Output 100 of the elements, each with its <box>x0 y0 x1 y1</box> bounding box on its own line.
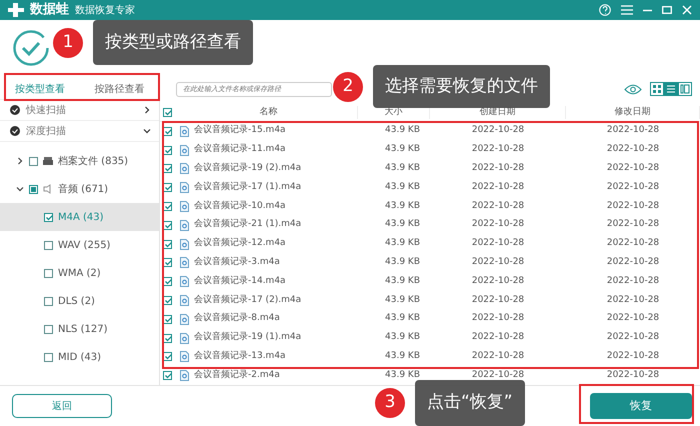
audio-file-icon <box>180 163 189 174</box>
tree-item-row[interactable]: WAV (255) <box>0 231 159 259</box>
file-name: 会议音频记录-3.m4a <box>194 256 280 270</box>
created-date: 2022-10-28 <box>470 218 526 232</box>
checkbox[interactable] <box>44 296 53 306</box>
tree-item[interactable]: DLS (2) <box>58 294 95 308</box>
audio-file-icon <box>180 238 189 250</box>
chevron-right-icon[interactable] <box>143 106 151 114</box>
created-date: 2022-10-28 <box>470 350 526 364</box>
file-size: 43.9 KB <box>384 331 421 344</box>
scan-status-icon <box>10 105 20 115</box>
file-size: 43.9 KB <box>384 124 421 138</box>
modified-date: 2022-10-28 <box>606 274 660 288</box>
audio-file-icon <box>180 370 189 382</box>
modified-date: 2022-10-28 <box>606 200 660 213</box>
created-date: 2022-10-28 <box>470 124 526 138</box>
file-size: 43.9 KB <box>384 143 421 156</box>
list-view-button[interactable] <box>664 82 678 96</box>
file-size: 43.9 KB <box>384 294 421 307</box>
audio-file-icon <box>180 200 189 212</box>
file-name: 会议音频记录-11.m4a <box>194 143 286 156</box>
tree-item[interactable]: WAV (255) <box>58 238 110 252</box>
step-number-tooltip: 3 <box>375 388 405 418</box>
view-tab[interactable]: 按类型查看 <box>14 82 65 99</box>
callout-tooltip: 选择需要恢复的文件 <box>373 65 550 108</box>
file-name: 会议音频记录-8.m4a <box>194 312 280 326</box>
checkbox[interactable] <box>29 184 38 194</box>
modified-date: 2022-10-28 <box>606 218 660 232</box>
file-name: 会议音频记录-19 (2).m4a <box>194 162 302 176</box>
grid-icon <box>652 84 662 94</box>
file-name: 会议音频记录-17 (2).m4a <box>194 294 302 307</box>
eye-icon[interactable] <box>624 84 642 95</box>
column-header[interactable]: 名称 <box>180 106 358 120</box>
checkbox[interactable] <box>29 156 38 166</box>
modified-date: 2022-10-28 <box>606 294 660 307</box>
step-number-tooltip: 1 <box>53 28 83 58</box>
grid-view-button[interactable] <box>650 82 664 96</box>
modified-date: 2022-10-28 <box>606 124 660 138</box>
tree-item-row[interactable]: DLS (2) <box>0 287 159 315</box>
created-date: 2022-10-28 <box>470 180 526 194</box>
step-number-tooltip: 2 <box>333 72 363 102</box>
file-size: 43.9 KB <box>384 162 421 176</box>
tree-item-row[interactable]: 音频 (671) <box>0 175 159 203</box>
tree-item[interactable]: 档案文件 (835) <box>58 154 128 168</box>
tree-item[interactable]: MID (43) <box>58 350 101 364</box>
file-name: 会议音频记录-21 (1).m4a <box>194 218 302 232</box>
chevron-right-icon[interactable] <box>16 157 24 165</box>
file-size: 43.9 KB <box>384 350 421 364</box>
created-date: 2022-10-28 <box>470 200 526 213</box>
modified-date: 2022-10-28 <box>606 368 660 382</box>
column-header[interactable]: 修改日期 <box>566 106 700 120</box>
tree-item-row[interactable]: 档案文件 (835) <box>0 147 159 175</box>
recover-button[interactable]: 恢复 <box>590 393 692 419</box>
column-view-button[interactable] <box>678 82 692 96</box>
file-size: 43.9 KB <box>384 200 421 213</box>
checkbox[interactable] <box>44 268 53 278</box>
chevron-down-icon[interactable] <box>143 127 151 135</box>
audio-file-icon <box>180 182 189 194</box>
menu-icon[interactable] <box>621 5 633 15</box>
check-circle-icon <box>12 28 50 66</box>
modified-date: 2022-10-28 <box>606 256 660 270</box>
tree-item[interactable]: NLS (127) <box>58 322 108 336</box>
minimize-icon[interactable] <box>643 8 652 12</box>
chevron-down-icon[interactable] <box>16 185 24 193</box>
close-icon[interactable] <box>682 5 692 15</box>
help-icon[interactable] <box>599 4 611 16</box>
app-name: 数据蛙 <box>30 1 69 20</box>
checkbox[interactable] <box>44 324 53 334</box>
audio-file-icon <box>180 126 189 137</box>
audio-file-icon <box>180 294 189 306</box>
checkbox[interactable] <box>44 352 53 362</box>
columns-icon <box>680 84 690 94</box>
checkbox[interactable] <box>44 212 53 222</box>
file-size: 43.9 KB <box>384 274 421 288</box>
created-date: 2022-10-28 <box>470 312 526 326</box>
tree-item[interactable]: WMA (2) <box>58 266 101 280</box>
app-subtitle: 数据恢复专家 <box>75 4 135 18</box>
checkbox[interactable] <box>162 371 172 380</box>
file-size: 43.9 KB <box>384 180 421 194</box>
back-button[interactable]: 返回 <box>12 394 112 418</box>
created-date: 2022-10-28 <box>470 368 526 382</box>
scan-item[interactable]: 深度扫描 <box>26 124 137 138</box>
tree-item-row[interactable]: MID (43) <box>0 343 159 371</box>
audio-file-icon <box>180 351 189 362</box>
file-name: 会议音频记录-15.m4a <box>194 124 286 138</box>
checkbox[interactable] <box>162 108 172 117</box>
created-date: 2022-10-28 <box>470 274 526 288</box>
scan-item[interactable]: 快速扫描 <box>26 102 137 118</box>
file-size: 43.9 KB <box>384 368 421 382</box>
tree-item-row[interactable]: NLS (127) <box>0 315 159 343</box>
audio-file-icon <box>180 276 189 288</box>
created-date: 2022-10-28 <box>470 256 526 270</box>
tree-item[interactable]: 音频 (671) <box>58 182 108 196</box>
scan-status-icon <box>10 126 20 136</box>
tree-item-row[interactable]: WMA (2) <box>0 259 159 287</box>
archive-box-icon <box>43 156 53 166</box>
view-tab[interactable]: 按路径查看 <box>94 82 144 99</box>
checkbox[interactable] <box>44 240 53 250</box>
file-name: 会议音频记录-14.m4a <box>194 274 286 288</box>
maximize-icon[interactable] <box>662 6 672 14</box>
